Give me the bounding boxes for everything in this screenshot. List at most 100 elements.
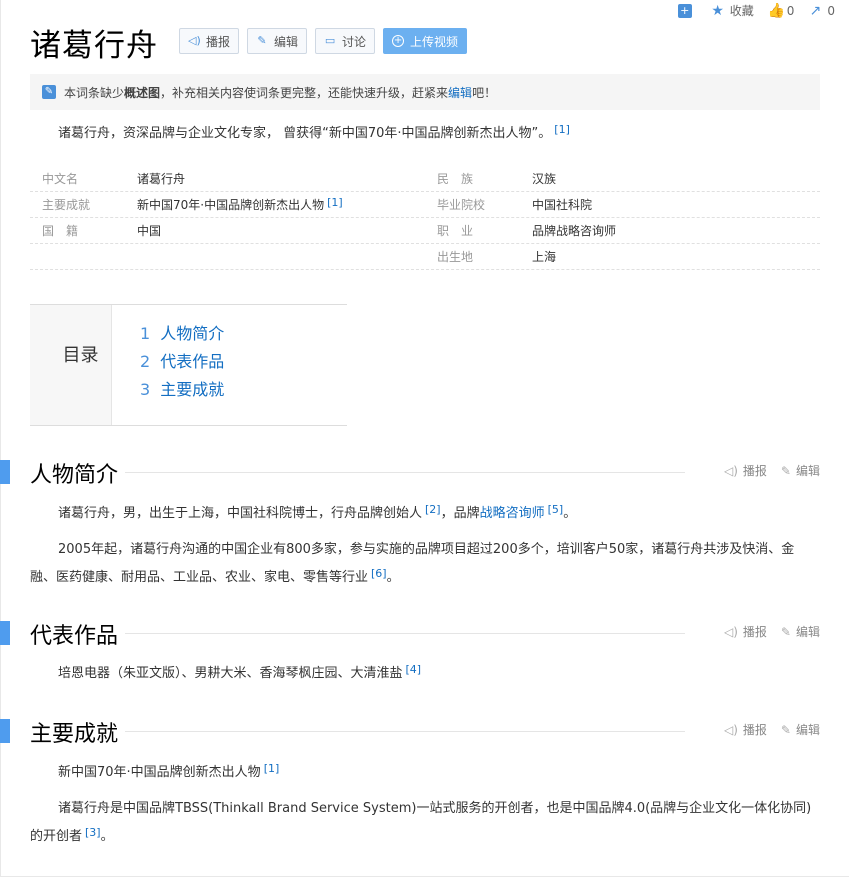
info-key: 主要成就: [42, 198, 91, 212]
toc-item-intro[interactable]: 1 人物简介: [140, 323, 224, 351]
intro-paragraph-2: 2005年起，诸葛行舟沟通的中国企业有800多家，参与实施的品牌项目超过200多…: [30, 538, 820, 590]
basic-info: 中文名 诸葛行舟 民 族 汉族 主要成就 新中国70年·中国品牌创新杰出人物 [1] 毕…: [30, 166, 820, 270]
reference-link[interactable]: [6]: [371, 567, 387, 580]
edit-note-icon: ✎: [42, 85, 56, 99]
section-tools: ◁) 播报 ✎ 编辑: [710, 623, 820, 640]
text: 。: [563, 506, 577, 521]
edit-button[interactable]: ✎ 编辑: [247, 28, 308, 54]
pencil-icon: ✎: [780, 463, 791, 478]
text: 诸葛行舟，男，出生于上海，中国社科院博士，行舟品牌创始人: [58, 506, 423, 521]
text: 。: [386, 570, 400, 585]
info-key: 国 籍: [42, 224, 79, 238]
toc-number: 3: [140, 380, 151, 399]
summary: 诸葛行舟，资深品牌与企业文化专家， 曾获得“新中国70年·中国品牌创新杰出人物”…: [58, 122, 570, 141]
section-tools: ◁) 播报 ✎ 编辑: [710, 721, 820, 738]
toc-item-achievements[interactable]: 3 主要成就: [140, 379, 224, 407]
notice-text-pre: 本词条缺少: [64, 85, 125, 100]
section-play-button[interactable]: ◁) 播报: [724, 721, 767, 738]
play-button[interactable]: ◁) 播报: [179, 28, 240, 54]
info-key: 毕业院校: [437, 198, 486, 212]
info-value: 新中国70年·中国品牌创新杰出人物: [137, 198, 325, 212]
toc-list: 1 人物简介 2 代表作品 3 主要成就: [112, 305, 224, 425]
toc-item-works[interactable]: 2 代表作品: [140, 351, 224, 379]
star-icon: ★: [711, 2, 724, 19]
info-key: 民 族: [437, 172, 474, 186]
reference-link[interactable]: [5]: [548, 503, 564, 516]
section-edit-button[interactable]: ✎ 编辑: [781, 623, 820, 640]
info-row: 中文名 诸葛行舟 民 族 汉族: [30, 166, 820, 192]
reference-link[interactable]: [1]: [327, 196, 343, 213]
info-key: 职 业: [437, 224, 474, 238]
section-play-button[interactable]: ◁) 播报: [724, 623, 767, 640]
strategy-consultant-link[interactable]: 战略咨询师: [480, 506, 545, 521]
title-actions: ◁) 播报 ✎ 编辑 ▭ 讨论 + 上传视频: [179, 28, 475, 54]
section-title-achievements: 主要成就: [30, 722, 119, 747]
like-count: 0: [786, 3, 795, 18]
section-title-works: 代表作品: [30, 624, 119, 649]
plus-square-icon: +: [677, 3, 692, 18]
pencil-icon: ✎: [780, 624, 791, 639]
incomplete-notice: ✎ 本词条缺少 概述图 ，补充相关内容使词条更完整，还能快速升级，赶紧来 编辑 吧！: [30, 74, 820, 110]
section-divider: [125, 472, 685, 473]
reference-link[interactable]: [2]: [425, 503, 441, 516]
favorite-label: 收藏: [729, 4, 754, 18]
page-title: 诸葛行舟: [30, 28, 158, 64]
chat-icon: ▭: [324, 34, 336, 47]
toc-number: 2: [140, 352, 151, 371]
info-row: 主要成就 新中国70年·中国品牌创新杰出人物 [1] 毕业院校 中国社科院: [30, 192, 820, 218]
section-play-label: 播报: [742, 625, 767, 639]
speaker-icon: ◁): [723, 722, 738, 737]
section-marker: [0, 621, 10, 645]
notice-text-post: 吧！: [472, 85, 497, 100]
section-marker: [0, 719, 10, 743]
reference-link[interactable]: [1]: [264, 762, 280, 775]
edit-label: 编辑: [274, 34, 299, 49]
notice-bold: 概述图: [124, 85, 161, 100]
reference-link[interactable]: [3]: [85, 826, 101, 839]
section-edit-label: 编辑: [795, 625, 820, 639]
toc-label: 代表作品: [160, 352, 225, 371]
thumbs-up-icon: 👍: [767, 2, 786, 19]
table-of-contents: 目录 1 人物简介 2 代表作品 3 主要成就: [30, 304, 347, 426]
info-value: 品牌战略咨询师: [532, 224, 617, 238]
section-marker: [0, 460, 10, 484]
reference-link[interactable]: [4]: [406, 663, 422, 676]
toc-label: 主要成就: [160, 380, 225, 399]
section-play-label: 播报: [742, 723, 767, 737]
like-button[interactable]: 👍 0: [768, 4, 795, 18]
share-button[interactable]: ↗ 0: [808, 4, 835, 18]
reference-link[interactable]: [1]: [554, 123, 570, 136]
section-edit-label: 编辑: [795, 723, 820, 737]
section-tools: ◁) 播报 ✎ 编辑: [710, 462, 820, 479]
notice-text-mid: ，补充相关内容使词条更完整，还能快速升级，赶紧来: [160, 85, 449, 100]
play-label: 播报: [206, 34, 231, 49]
upload-video-button[interactable]: + 上传视频: [383, 28, 468, 54]
text: 培恩电器（朱亚文版）、男耕大米、香海琴枫庄园、大清淮盐: [58, 666, 403, 681]
info-value: 中国: [137, 224, 162, 238]
pencil-icon: ✎: [780, 722, 791, 737]
discuss-button[interactable]: ▭ 讨论: [315, 28, 376, 54]
top-toolbar: + ★ 收藏 👍 0 ↗ 0: [664, 2, 835, 19]
section-edit-button[interactable]: ✎ 编辑: [781, 721, 820, 738]
info-row: 出生地 上海: [30, 244, 820, 270]
text: 2005年起，诸葛行舟沟通的中国企业有800多家，参与实施的品牌项目超过200多…: [30, 542, 795, 585]
info-key: 出生地: [437, 250, 474, 264]
section-edit-button[interactable]: ✎ 编辑: [781, 462, 820, 479]
text: ，品牌: [440, 506, 480, 521]
pencil-icon: ✎: [257, 34, 267, 47]
works-paragraph: 培恩电器（朱亚文版）、男耕大米、香海琴枫庄园、大清淮盐 [4]: [30, 658, 820, 686]
text: 诸葛行舟是中国品牌TBSS(Thinkall Brand Service Sys…: [30, 801, 812, 844]
summary-text: 诸葛行舟，资深品牌与企业文化专家， 曾获得“新中国70年·中国品牌创新杰出人物”…: [58, 126, 552, 141]
share-icon: ↗: [809, 2, 822, 19]
add-button[interactable]: +: [677, 3, 697, 18]
plus-circle-icon: +: [392, 35, 405, 47]
section-play-button[interactable]: ◁) 播报: [724, 462, 767, 479]
achievements-paragraph-2: 诸葛行舟是中国品牌TBSS(Thinkall Brand Service Sys…: [30, 797, 820, 849]
favorite-button[interactable]: ★ 收藏: [711, 2, 754, 19]
notice-edit-link[interactable]: 编辑: [448, 84, 472, 101]
share-count: 0: [827, 3, 835, 18]
info-value: 中国社科院: [532, 198, 593, 212]
text: 。: [100, 829, 114, 844]
section-title-intro: 人物简介: [30, 463, 119, 488]
discuss-label: 讨论: [342, 34, 367, 49]
